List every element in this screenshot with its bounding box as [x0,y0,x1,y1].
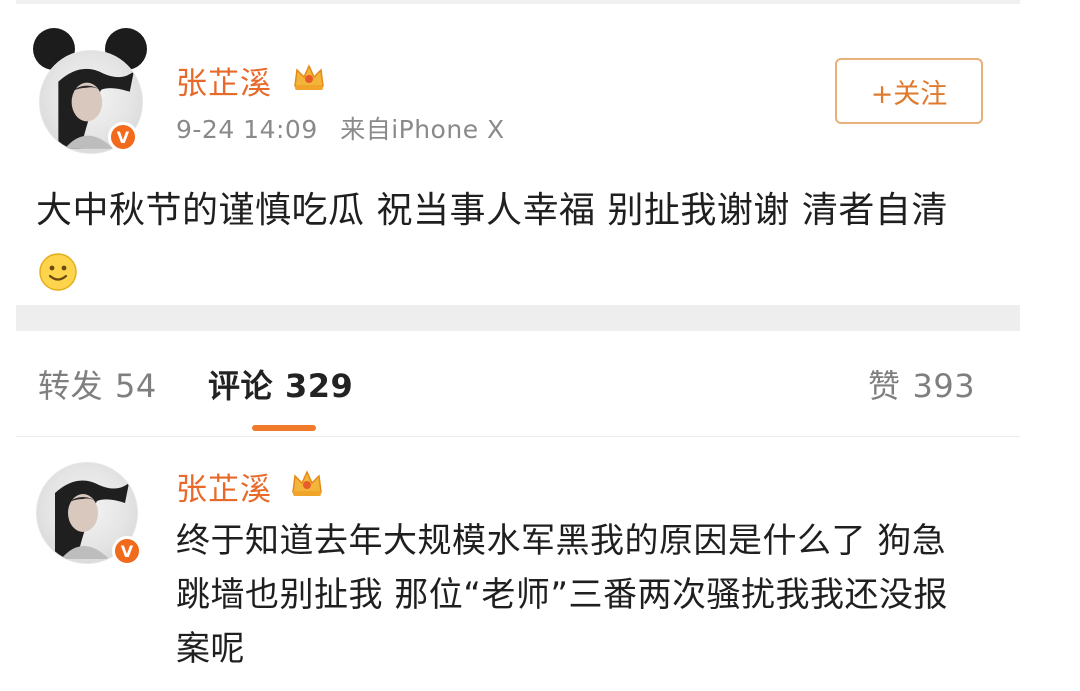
post-text: 大中秋节的谨慎吃瓜 祝当事人幸福 别扯我谢谢 清者自清 [36,190,948,231]
top-divider [16,0,1020,4]
interaction-tabs: 转发 54 评论 329 赞 393 [16,331,1020,437]
verified-badge-icon: V [112,536,142,566]
tab-comments-count: 329 [285,367,354,405]
comment-author-name[interactable]: 张芷溪 [176,464,272,509]
tab-repost-count: 54 [115,367,157,405]
post-meta: 9-24 14:09 来自iPhone X [176,110,505,146]
tab-likes[interactable]: 赞 393 [868,361,975,407]
tab-repost-label: 转发 [38,367,104,405]
comment-text: 终于知道去年大规模水军黑我的原因是什么了 狗急跳墙也别扯我 那位“老师”三番两次… [176,521,949,669]
tab-likes-count: 393 [912,367,976,405]
post-source[interactable]: 来自iPhone X [340,115,504,144]
post-body: 大中秋节的谨慎吃瓜 祝当事人幸福 别扯我谢谢 清者自清 [36,180,986,304]
tab-comments[interactable]: 评论 329 [208,361,353,407]
crown-icon [292,470,322,496]
follow-button[interactable]: +关注 [835,58,983,124]
section-separator [16,305,1020,331]
tab-comments-label: 评论 [208,367,274,405]
crown-icon [294,64,324,90]
tab-repost[interactable]: 转发 54 [38,361,157,407]
active-tab-indicator [252,425,316,431]
author-avatar[interactable]: V [33,28,147,154]
post-author-name[interactable]: 张芷溪 [176,58,272,103]
tab-likes-label: 赞 [868,367,901,405]
verified-badge-icon: V [108,122,138,152]
smiley-emoji-icon [39,253,77,291]
comment-author-avatar[interactable]: V [36,462,142,566]
post-date: 9-24 14:09 [176,115,318,144]
